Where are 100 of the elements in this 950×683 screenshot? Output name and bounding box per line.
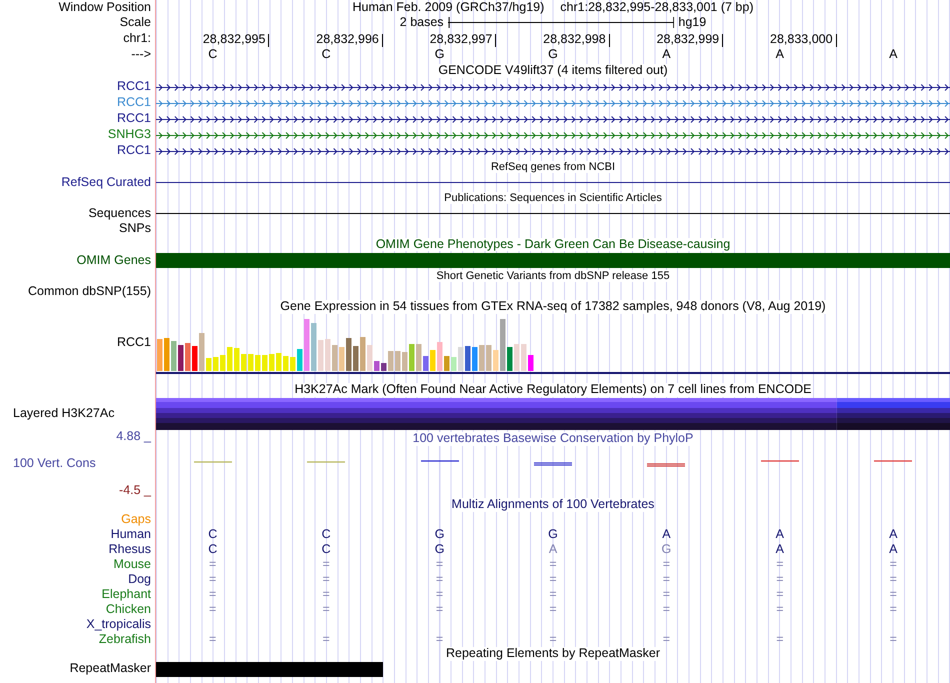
identity-mark: = [890, 558, 897, 572]
species-label[interactable]: Elephant [102, 588, 151, 602]
identity-mark: = [322, 588, 330, 602]
base-letter: C [208, 542, 218, 556]
identity-mark: = [549, 558, 557, 572]
track-label[interactable]: Common dbSNP(155) [28, 284, 151, 298]
species-label[interactable]: X_tropicalis [86, 618, 151, 632]
position-range: chr1:28,832,995-28,833,001 (7 bp) [560, 0, 754, 14]
gene-label[interactable]: RCC1 [116, 96, 151, 110]
track-label[interactable]: RCC1 [116, 336, 151, 350]
base-letter: C [208, 48, 218, 62]
track-title: Short Genetic Variants from dbSNP release 155 [436, 270, 670, 282]
track-title: Repeating Elements by RepeatMasker [446, 647, 660, 661]
conservation-score-mark [874, 460, 912, 462]
gene-arrow-line[interactable] [156, 146, 950, 156]
track-label[interactable]: Layered H3K27Ac [13, 407, 114, 421]
identity-mark: = [549, 632, 557, 646]
identity-mark: = [776, 632, 784, 646]
base-letter: A [776, 48, 784, 62]
track-label[interactable]: SNPs [119, 222, 151, 236]
gene-arrow-line[interactable] [156, 82, 950, 92]
row-label: chr1: [123, 32, 151, 46]
conservation-score-mark [307, 460, 346, 463]
identity-mark: = [662, 632, 670, 646]
base-letter: G [434, 528, 444, 542]
identity-mark: = [776, 602, 784, 616]
species-label[interactable]: Chicken [106, 602, 151, 616]
base-letter: A [889, 542, 898, 556]
identity-mark: = [322, 602, 330, 616]
identity-mark: = [436, 558, 444, 572]
base-letter: G [662, 542, 672, 556]
identity-mark: = [890, 572, 897, 586]
row-label: Window Position [58, 0, 151, 14]
base-letter: A [776, 528, 784, 542]
axis-max-label: 4.88 _ [116, 430, 151, 444]
species-label[interactable]: Zebrafish [98, 632, 151, 646]
track-title: GENCODE V49lift37 (4 items filtered out) [438, 64, 668, 78]
gene-label[interactable]: SNHG3 [108, 128, 151, 142]
scale-text: hg19 [678, 16, 706, 30]
identity-mark: = [890, 602, 897, 616]
identity-mark: = [209, 558, 216, 572]
tick-mark [722, 34, 724, 47]
scale-text: 2 bases [400, 16, 444, 30]
gene-label[interactable]: RCC1 [116, 112, 151, 126]
identity-mark: = [662, 588, 670, 602]
strand-label: ---> [131, 48, 151, 62]
track-title: RefSeq genes from NCBI [490, 160, 616, 174]
identity-mark: = [776, 588, 784, 602]
species-label[interactable]: Dog [128, 572, 151, 586]
identity-mark: = [549, 588, 557, 602]
base-letter: G [548, 48, 558, 62]
axis-min-label: -4.5 _ [119, 484, 151, 498]
track-title: Multiz Alignments of 100 Vertebrates [452, 498, 654, 512]
species-label[interactable]: Mouse [113, 558, 151, 572]
identity-mark: = [436, 632, 444, 646]
gene-label[interactable]: RCC1 [116, 144, 151, 158]
identity-mark: = [776, 558, 784, 572]
identity-mark: = [209, 572, 216, 586]
identity-mark: = [322, 558, 330, 572]
base-letter: G [434, 542, 444, 556]
base-letter: C [322, 528, 331, 542]
base-letter: C [322, 48, 331, 62]
identity-mark: = [209, 632, 216, 646]
track-label[interactable]: 100 Vert. Cons [0, 457, 96, 471]
tick-mark [495, 34, 496, 47]
track-title: 100 vertebrates Basewise Conservation by PhyloP [412, 432, 694, 446]
identity-mark: = [549, 572, 557, 586]
tick-mark [608, 34, 610, 47]
assembly-text: Human Feb. 2009 (GRCh37/hg19) [352, 0, 544, 14]
conservation-score-mark [420, 460, 459, 462]
tick-mark [268, 34, 270, 47]
identity-mark: = [776, 572, 784, 586]
base-letter: C [322, 542, 331, 556]
species-label[interactable]: Human [110, 528, 151, 542]
position-label: 28,832,995 [202, 33, 266, 47]
conservation-score-mark [647, 462, 686, 467]
base-letter: A [889, 48, 898, 62]
gene-arrow-line[interactable] [156, 114, 950, 124]
row-label: Scale [120, 16, 151, 30]
species-label[interactable]: Rhesus [108, 542, 151, 556]
position-label: 28,832,998 [543, 33, 606, 47]
base-letter: A [889, 528, 898, 542]
tick-mark [382, 34, 383, 47]
track-title: OMIM Gene Phenotypes - Dark Green Can Be Disease-causing [376, 238, 730, 252]
gene-label[interactable]: RCC1 [116, 80, 151, 94]
identity-mark: = [662, 572, 670, 586]
identity-mark: = [436, 572, 444, 586]
identity-mark: = [209, 602, 216, 616]
track-label[interactable]: Sequences [88, 206, 151, 220]
track-label[interactable]: OMIM Genes [76, 254, 151, 268]
identity-mark: = [322, 572, 330, 586]
identity-mark: = [662, 602, 670, 616]
track-label[interactable]: RepeatMasker [70, 662, 151, 676]
tick-mark [836, 34, 837, 47]
conservation-score-mark [534, 462, 572, 466]
base-letter: A [776, 542, 784, 556]
identity-mark: = [890, 632, 897, 646]
track-label[interactable]: RefSeq Curated [61, 176, 151, 190]
base-letter: A [662, 528, 671, 542]
track-title: Gene Expression in 54 tissues from GTEx RNA-seq of 17382 samples, 948 donors (V8, Aug 2019) [280, 300, 826, 314]
